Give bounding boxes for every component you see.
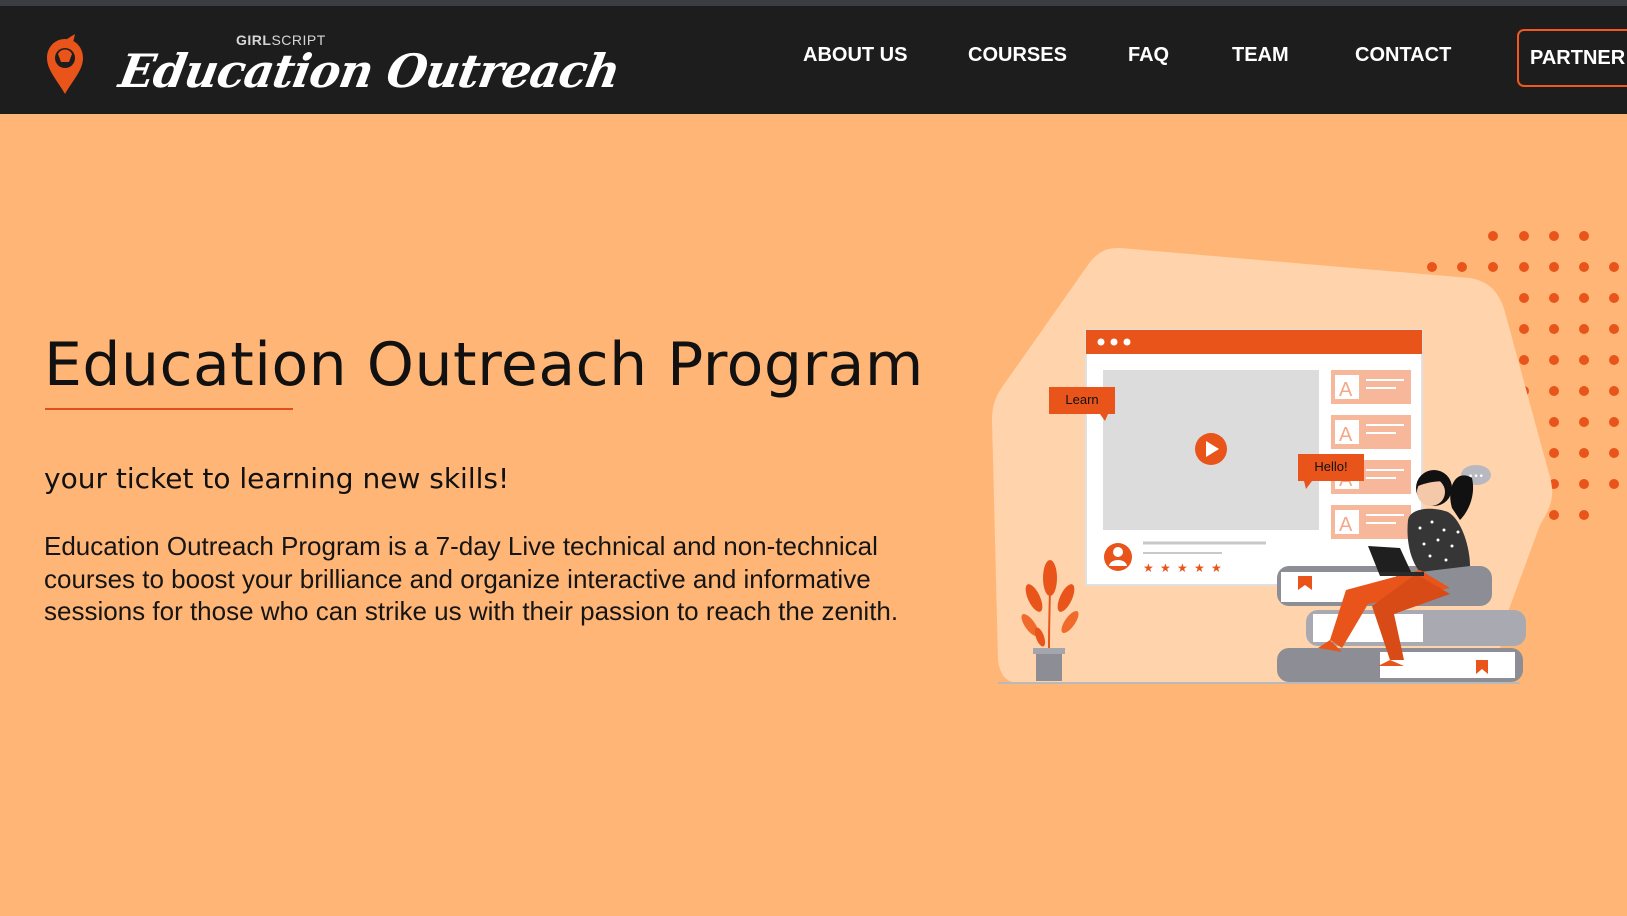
svg-text:★: ★ xyxy=(1211,561,1222,575)
hero-subtitle: your ticket to learning new skills! xyxy=(44,462,510,495)
svg-text:★: ★ xyxy=(1143,561,1154,575)
nav-about-us[interactable]: ABOUT US xyxy=(803,44,907,67)
svg-text:A: A xyxy=(1339,424,1353,446)
hero-illustration: A A A A ★★★★★ Learn Hello! •• xyxy=(992,231,1619,684)
logo-script-text: Education Outreach xyxy=(115,44,624,98)
svg-text:Learn: Learn xyxy=(1065,392,1098,407)
hero-description: Education Outreach Program is a 7-day Li… xyxy=(44,531,899,626)
title-underline xyxy=(45,408,293,410)
top-navbar: GIRLSCRIPT Education Outreach ABOUT US C… xyxy=(0,6,1627,114)
svg-text:Hello!: Hello! xyxy=(1314,459,1347,474)
hero-title: Education Outreach Program xyxy=(44,330,924,400)
partner-button[interactable]: PARTNER xyxy=(1517,29,1627,87)
svg-text:★: ★ xyxy=(1160,561,1171,575)
nav-team[interactable]: TEAM xyxy=(1232,44,1289,67)
svg-text:A: A xyxy=(1339,514,1353,536)
site-logo[interactable]: GIRLSCRIPT Education Outreach xyxy=(40,24,624,104)
svg-text:A: A xyxy=(1339,379,1353,401)
svg-text:★: ★ xyxy=(1194,561,1205,575)
nav-faq[interactable]: FAQ xyxy=(1128,44,1169,67)
logo-pin-icon xyxy=(47,34,83,94)
svg-text:★: ★ xyxy=(1177,561,1188,575)
nav-contact[interactable]: CONTACT xyxy=(1355,44,1451,67)
nav-courses[interactable]: COURSES xyxy=(968,44,1067,67)
